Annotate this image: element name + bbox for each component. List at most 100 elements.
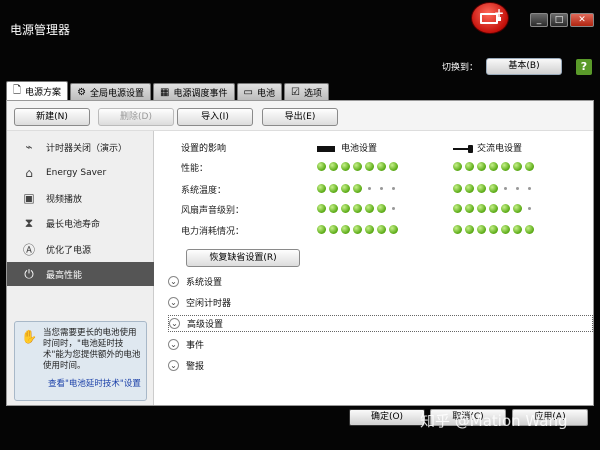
level-dot-on (377, 162, 386, 171)
delete-button[interactable]: 删除(D) (98, 108, 174, 126)
section-label: 事件 (186, 341, 205, 351)
toolbar: 新建(N) 删除(D) 导入(I) 导出(E) (7, 101, 593, 131)
plan-details: 设置的影响 电池设置 交流电设置 性能： 系统温度： 风扇声音级别： 电力消耗情况： … (154, 131, 593, 405)
level-dot-on (389, 225, 398, 234)
close-button[interactable]: ✕ (570, 13, 594, 27)
tab-global-settings[interactable]: ⚙ 全局电源设置 (70, 83, 152, 100)
minimize-button[interactable]: _ (530, 13, 548, 27)
level-dot-on (317, 225, 326, 234)
battery-tip-box: ✋ 当您需要更长的电池使用时间时，"电池延时技术"能为您提供额外的电池使用时间。… (14, 321, 147, 401)
plug-icon (453, 144, 473, 153)
plan-item-video-playback[interactable]: ▣ 视频播放 (7, 186, 154, 210)
level-dot-on (377, 204, 386, 213)
battery-level-indicator (317, 184, 398, 193)
level-dot-on (341, 184, 350, 193)
checkbox-icon: ☑ (290, 86, 300, 98)
level-dot-on (501, 225, 510, 234)
battery-settings-heading: 电池设置 (317, 141, 377, 154)
basic-mode-button[interactable]: 基本(B) (486, 58, 562, 75)
level-dot-on (341, 162, 350, 171)
level-dot-on (477, 184, 486, 193)
battery-icon: ▭ (243, 86, 253, 98)
mode-switch: 切换到： 基本(B) ? (442, 58, 592, 75)
level-dot-on (489, 162, 498, 171)
plan-item-max-performance[interactable]: ⏻ 最高性能 (7, 262, 154, 286)
chevron-down-icon: ⌄ (168, 276, 179, 287)
section-alarms[interactable]: ⌄ 警报 (168, 357, 593, 374)
tab-options[interactable]: ☑ 选项 (283, 83, 329, 100)
document-icon: 🗋 (13, 84, 22, 96)
ac-level-indicator (453, 184, 534, 193)
level-dot-off (392, 187, 395, 190)
level-dot-on (317, 162, 326, 171)
level-dot-on (477, 204, 486, 213)
plan-item-max-battery-life[interactable]: ⧗ 最长电池寿命 (7, 211, 154, 235)
battery-level-indicator (317, 204, 398, 213)
level-dot-on (365, 162, 374, 171)
battery-extend-link[interactable]: 查看"电池延时技术"设置 (48, 379, 148, 390)
level-dot-on (477, 225, 486, 234)
level-dot-on (317, 184, 326, 193)
level-dot-on (525, 225, 534, 234)
battery-level-indicator (317, 225, 398, 234)
level-dot-on (329, 204, 338, 213)
level-dot-on (377, 225, 386, 234)
plan-list: ⌁ 计时器关闭（演示） ⌂ Energy Saver ▣ 视频播放 ⧗ 最长电池… (7, 131, 154, 405)
level-dot-off (380, 187, 383, 190)
section-idle-timer[interactable]: ⌄ 空闲计时器 (168, 294, 593, 311)
level-dot-on (489, 184, 498, 193)
level-dot-on (513, 162, 522, 171)
switch-label: 切换到： (441, 63, 478, 73)
level-dot-on (453, 225, 462, 234)
ac-level-indicator (453, 162, 534, 171)
power-plans-panel: 新建(N) 删除(D) 导入(I) 导出(E) ⌁ 计时器关闭（演示） ⌂ En… (6, 100, 594, 406)
gear-icon: ⚙ (77, 86, 87, 98)
plan-label: 最长电池寿命 (46, 219, 101, 230)
tab-battery[interactable]: ▭ 电池 (236, 83, 282, 100)
level-dot-on (329, 162, 338, 171)
tab-power-plans[interactable]: 🗋 电源方案 (6, 81, 69, 100)
ac-level-indicator (453, 204, 534, 213)
level-dot-on (389, 162, 398, 171)
title-bar: 电源管理器 + _ □ ✕ (0, 0, 600, 44)
plan-label: 计时器关闭（演示） (46, 143, 128, 154)
maximize-button[interactable]: □ (550, 13, 568, 27)
impact-row-label: 电力消耗情况： (181, 227, 245, 237)
ac-settings-heading: 交流电设置 (453, 141, 522, 154)
tab-bar: 🗋 电源方案 ⚙ 全局电源设置 ▦ 电源调度事件 ▭ 电池 ☑ 选项 (6, 81, 329, 100)
tab-label: 电源调度事件 (173, 88, 228, 99)
section-advanced-settings[interactable]: ⌄ 高级设置 (168, 315, 593, 332)
level-dot-on (453, 162, 462, 171)
export-button[interactable]: 导出(E) (262, 108, 338, 126)
level-dot-on (365, 204, 374, 213)
plan-label: Energy Saver (46, 168, 107, 178)
level-dot-on (453, 184, 462, 193)
restore-defaults-button[interactable]: 恢复缺省设置(R) (186, 249, 300, 267)
level-dot-on (365, 225, 374, 234)
level-dot-on (317, 204, 326, 213)
level-dot-on (465, 184, 474, 193)
plan-item-optimized[interactable]: Ⓐ 优化了电源 (7, 237, 154, 261)
level-dot-on (501, 162, 510, 171)
new-button[interactable]: 新建(N) (14, 108, 90, 126)
tab-schedule-events[interactable]: ▦ 电源调度事件 (153, 83, 235, 100)
section-events[interactable]: ⌄ 事件 (168, 336, 593, 353)
ok-button[interactable]: 确定(O) (349, 409, 425, 426)
calendar-icon: ▦ (160, 86, 170, 98)
ac-level-indicator (453, 225, 534, 234)
level-dot-on (489, 204, 498, 213)
level-dot-off (368, 187, 371, 190)
level-dot-on (501, 204, 510, 213)
tab-label: 选项 (303, 88, 322, 99)
import-button[interactable]: 导入(I) (177, 108, 253, 126)
help-icon[interactable]: ? (576, 58, 592, 75)
timer-off-icon: ⌁ (25, 140, 33, 154)
power-icon: ⏻ (24, 266, 34, 281)
plan-item-energy-saver[interactable]: ⌂ Energy Saver (7, 161, 154, 185)
power-manager-window: 电源管理器 + _ □ ✕ 切换到： 基本(B) ? 🗋 电源方案 ⚙ 全局电源… (0, 0, 600, 450)
level-dot-on (353, 204, 362, 213)
house-icon: ⌂ (25, 166, 33, 180)
watermark: 知乎 @Mation Wang (420, 412, 568, 430)
section-system-settings[interactable]: ⌄ 系统设置 (168, 273, 593, 290)
plan-item-timer-off[interactable]: ⌁ 计时器关闭（演示） (7, 135, 154, 159)
